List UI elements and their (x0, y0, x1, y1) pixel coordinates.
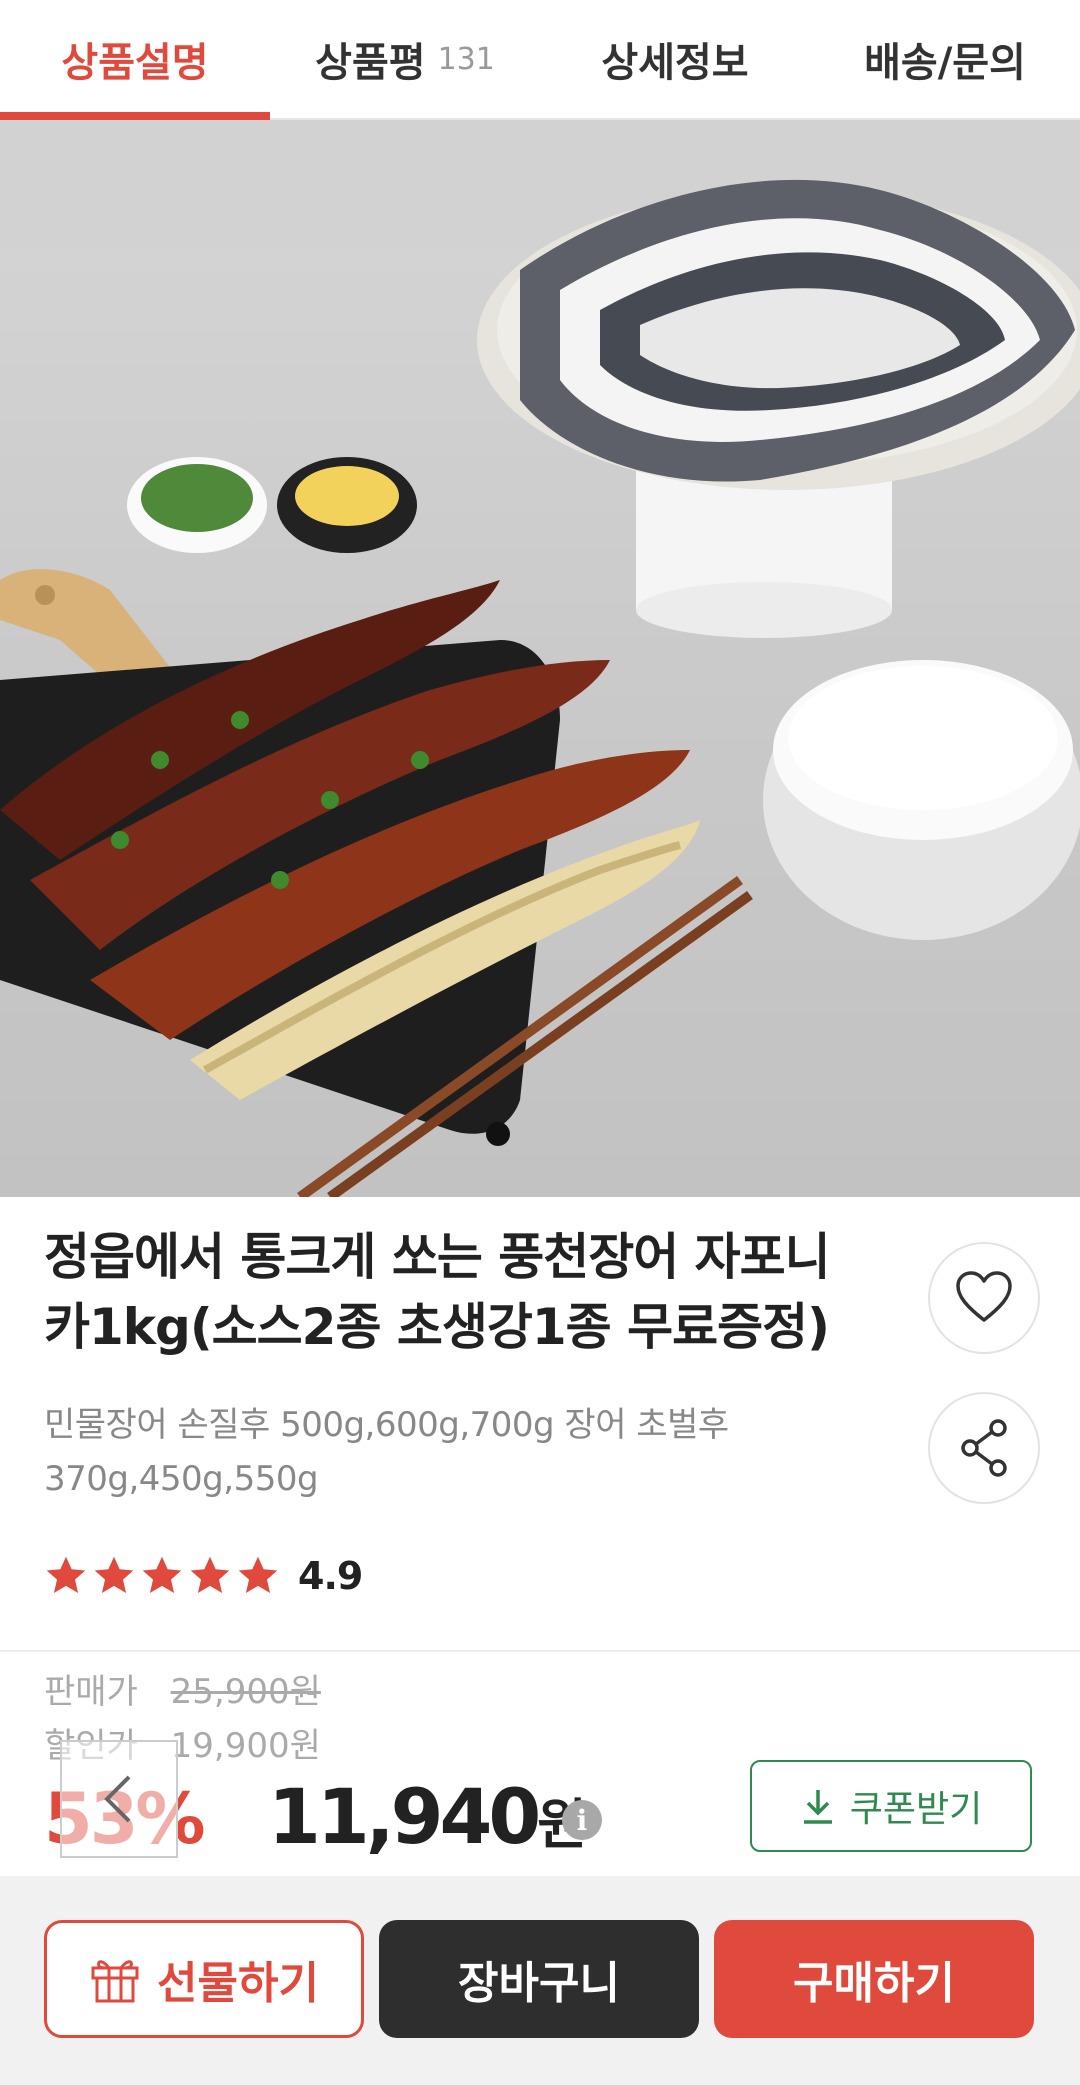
chevron-left-icon (104, 1775, 131, 1823)
tab-shipping-label: 배송/문의 (864, 40, 1026, 86)
rating-value: 4.9 (298, 1554, 363, 1598)
sale-price-label: 판매가 (44, 1672, 138, 1712)
back-button[interactable] (60, 1740, 178, 1858)
sale-price-value: 25,900원 (170, 1672, 321, 1712)
wishlist-button[interactable] (928, 1242, 1040, 1354)
tab-shipping[interactable]: 배송/문의 (810, 0, 1080, 118)
tab-details[interactable]: 상세정보 (540, 0, 810, 118)
product-title-line1: 정읍에서 통크게 쏘는 풍천장어 자포니 (44, 1228, 831, 1286)
tab-description[interactable]: 상품설명 (0, 0, 270, 118)
coupon-button-label: 쿠폰받기 (849, 1789, 983, 1830)
star-icon (190, 1556, 230, 1594)
tab-reviews-label: 상품평 (315, 40, 426, 86)
product-photo (0, 120, 1080, 1197)
buy-button[interactable]: 구매하기 (714, 1920, 1034, 2038)
heart-icon (956, 1271, 1012, 1322)
final-price: 11,940원 (268, 1772, 587, 1861)
price-info-icon[interactable]: i (562, 1800, 602, 1840)
star-icon (142, 1556, 182, 1594)
product-title-line2: 카1kg(소스2종 초생강1종 무료증정) (44, 1298, 830, 1356)
buy-button-label: 구매하기 (793, 1958, 955, 2009)
active-tab-indicator (0, 112, 270, 120)
cart-button-label: 장바구니 (458, 1958, 620, 2009)
sale-price-row: 판매가 25,900원 (44, 1664, 321, 1713)
gift-button[interactable]: 선물하기 (44, 1920, 364, 2038)
tab-description-label: 상품설명 (61, 40, 209, 86)
gift-icon (91, 1960, 139, 2003)
tab-reviews[interactable]: 상품평 131 (270, 0, 540, 118)
carousel-indicator-dot (486, 1122, 510, 1146)
share-button[interactable] (928, 1392, 1040, 1504)
gift-button-label: 선물하기 (157, 1958, 319, 2009)
star-icon (94, 1556, 134, 1594)
product-subtitle: 민물장어 손질후 500g,600g,700g 장어 초벌후 370g,450g… (44, 1398, 784, 1506)
product-title: 정읍에서 통크게 쏘는 풍천장어 자포니 카1kg(소스2종 초생강1종 무료증… (44, 1222, 904, 1362)
star-icon (238, 1556, 278, 1594)
product-subtitle-line2: 370g,450g,550g (44, 1459, 319, 1499)
final-price-value: 11,940 (268, 1772, 541, 1861)
bottom-action-bar: 선물하기 장바구니 구매하기 (0, 1876, 1080, 2085)
section-divider (0, 1650, 1080, 1652)
tab-bar: 상품설명 상품평 131 상세정보 배송/문의 (0, 0, 1080, 120)
rating[interactable]: 4.9 (44, 1548, 363, 1604)
share-icon (961, 1419, 1007, 1477)
tab-details-label: 상세정보 (601, 40, 749, 86)
cart-button[interactable]: 장바구니 (379, 1920, 699, 2038)
tab-reviews-count: 131 (437, 41, 495, 77)
coupon-button[interactable]: 쿠폰받기 (750, 1760, 1032, 1852)
download-icon (803, 1790, 832, 1824)
product-image-carousel[interactable] (0, 120, 1080, 1197)
discount-price-value: 19,900원 (170, 1726, 321, 1766)
product-subtitle-line1: 민물장어 손질후 500g,600g,700g 장어 초벌후 (44, 1405, 729, 1445)
star-icon (46, 1556, 86, 1594)
